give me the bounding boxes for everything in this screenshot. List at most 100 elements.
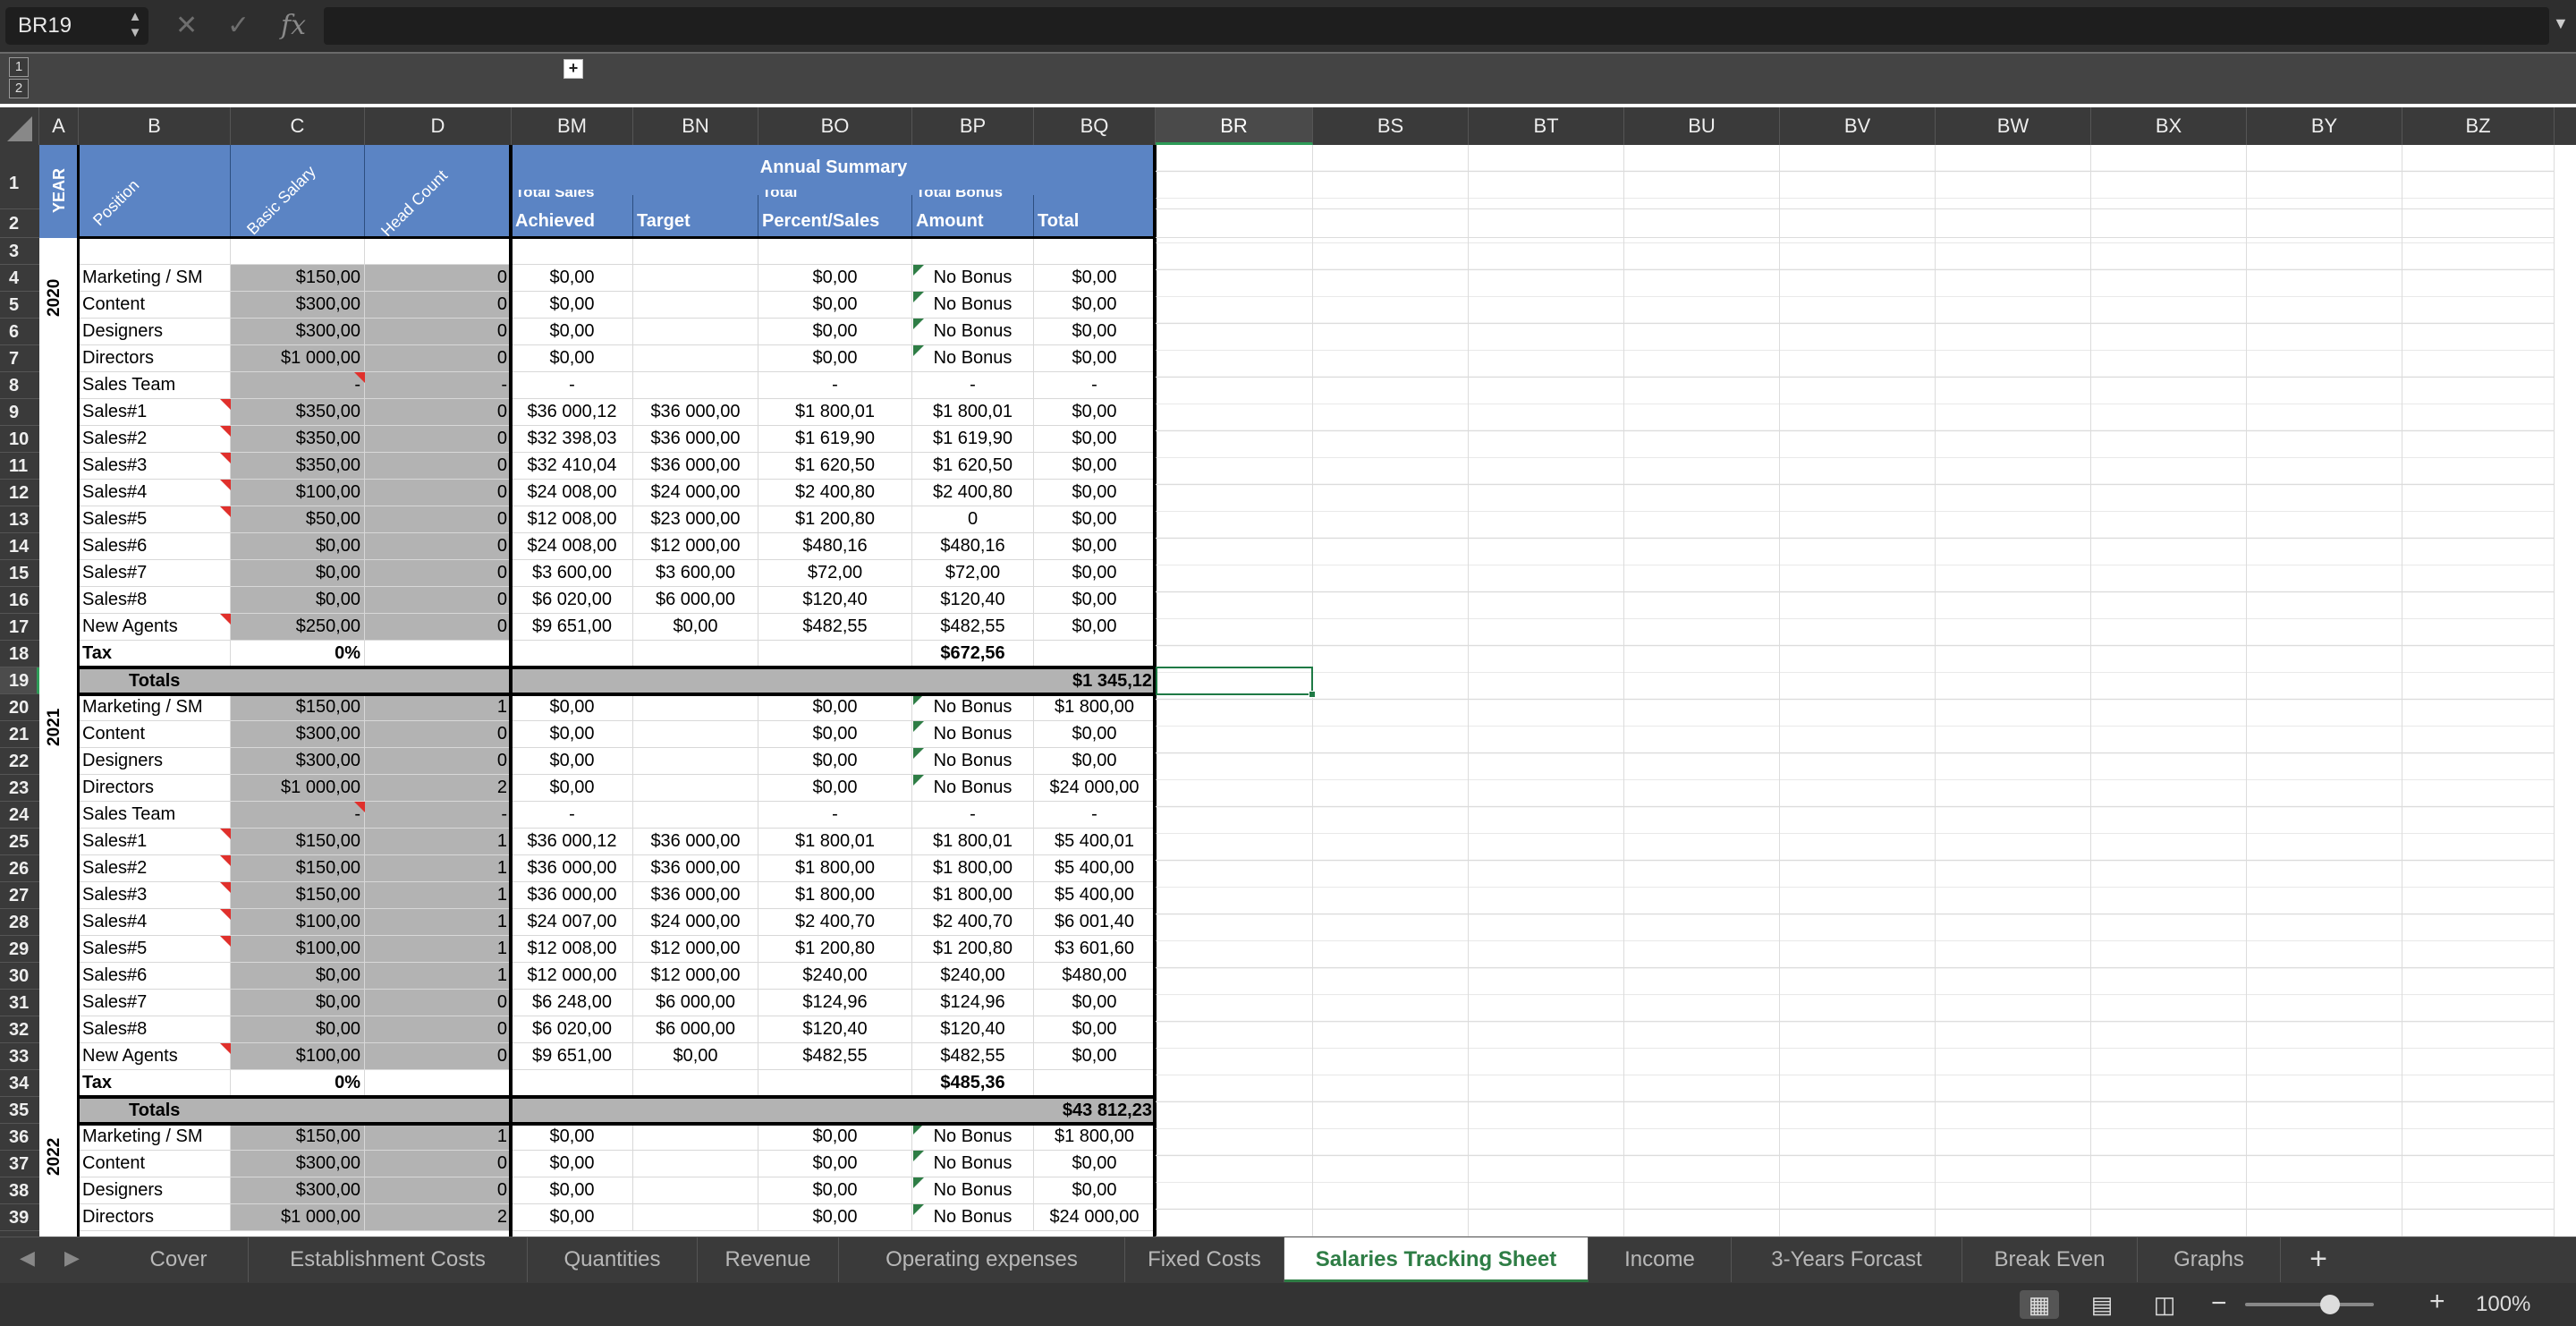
- percent-sales-cell[interactable]: $0,00: [758, 721, 912, 748]
- sales-achieved-cell[interactable]: $36 000,00: [512, 855, 633, 882]
- position-cell[interactable]: Sales#1: [79, 829, 231, 855]
- basic-salary-cell[interactable]: $300,00: [231, 748, 365, 775]
- bonus-amount-cell[interactable]: No Bonus: [912, 1204, 1034, 1231]
- sales-target-cell[interactable]: [633, 748, 758, 775]
- empty-cell[interactable]: [512, 641, 633, 667]
- sales-achieved-cell[interactable]: $24 007,00: [512, 909, 633, 936]
- total-cell[interactable]: $5 400,00: [1034, 855, 1156, 882]
- total-cell[interactable]: $0,00: [1034, 1151, 1156, 1177]
- total-cell[interactable]: $0,00: [1034, 1177, 1156, 1204]
- basic-salary-cell[interactable]: $100,00: [231, 480, 365, 506]
- head-count-cell[interactable]: 1: [365, 909, 512, 936]
- basic-salary-cell[interactable]: $50,00: [231, 506, 365, 533]
- head-count-cell[interactable]: 0: [365, 748, 512, 775]
- sales-target-cell[interactable]: [633, 1204, 758, 1231]
- empty-cell[interactable]: [1034, 641, 1156, 667]
- sales-achieved-cell[interactable]: $12 000,00: [512, 963, 633, 990]
- sheet-tab-salaries-tracking-sheet[interactable]: Salaries Tracking Sheet: [1284, 1237, 1589, 1282]
- sales-target-cell[interactable]: [633, 802, 758, 829]
- empty-cell[interactable]: [1034, 1070, 1156, 1097]
- bonus-amount-cell[interactable]: No Bonus: [912, 775, 1034, 802]
- percent-sales-cell[interactable]: $120,40: [758, 1016, 912, 1043]
- sales-target-cell[interactable]: $3 600,00: [633, 560, 758, 587]
- bonus-amount-cell[interactable]: No Bonus: [912, 1124, 1034, 1151]
- column-header-bx[interactable]: BX: [2091, 107, 2247, 145]
- percent-sales-cell[interactable]: $1 620,50: [758, 453, 912, 480]
- sales-achieved-cell[interactable]: $0,00: [512, 1151, 633, 1177]
- row-header-8[interactable]: 8: [0, 372, 39, 399]
- percent-sales-cell[interactable]: $0,00: [758, 345, 912, 372]
- sales-achieved-cell[interactable]: $6 020,00: [512, 587, 633, 614]
- sales-achieved-cell[interactable]: $32 398,03: [512, 426, 633, 453]
- total-cell[interactable]: $0,00: [1034, 560, 1156, 587]
- sales-achieved-cell[interactable]: $0,00: [512, 775, 633, 802]
- total-cell[interactable]: $0,00: [1034, 990, 1156, 1016]
- position-cell[interactable]: Sales#1: [79, 399, 231, 426]
- total-cell[interactable]: -: [1034, 372, 1156, 399]
- tax-percent-cell[interactable]: 0%: [231, 1070, 365, 1097]
- next-sheet-icon[interactable]: ▶: [64, 1246, 80, 1270]
- head-count-cell[interactable]: 0: [365, 506, 512, 533]
- percent-sales-cell[interactable]: $0,00: [758, 694, 912, 721]
- empty-cell[interactable]: [79, 238, 231, 265]
- sales-target-cell[interactable]: $6 000,00: [633, 1016, 758, 1043]
- percent-sales-cell[interactable]: -: [758, 802, 912, 829]
- basic-salary-cell[interactable]: $150,00: [231, 694, 365, 721]
- bonus-amount-cell[interactable]: No Bonus: [912, 265, 1034, 292]
- empty-cell[interactable]: [231, 238, 365, 265]
- percent-sales-cell[interactable]: $1 200,80: [758, 506, 912, 533]
- position-cell[interactable]: Content: [79, 1151, 231, 1177]
- head-count-cell[interactable]: 1: [365, 936, 512, 963]
- bonus-amount-cell[interactable]: $120,40: [912, 587, 1034, 614]
- bonus-amount-cell[interactable]: $1 800,00: [912, 882, 1034, 909]
- zoom-slider[interactable]: [2245, 1303, 2374, 1306]
- position-cell[interactable]: Marketing / SM: [79, 265, 231, 292]
- total-cell[interactable]: $0,00: [1034, 506, 1156, 533]
- sales-target-cell[interactable]: [633, 1177, 758, 1204]
- row-header-5[interactable]: 5: [0, 292, 39, 319]
- position-cell[interactable]: New Agents: [79, 1043, 231, 1070]
- row-header-10[interactable]: 10: [0, 426, 39, 453]
- totals-value[interactable]: $43 812,23: [1034, 1097, 1152, 1124]
- basic-salary-cell[interactable]: $150,00: [231, 265, 365, 292]
- sales-target-cell[interactable]: $36 000,00: [633, 453, 758, 480]
- head-count-cell[interactable]: 0: [365, 453, 512, 480]
- sales-achieved-cell[interactable]: $36 000,12: [512, 829, 633, 855]
- percent-sales-cell[interactable]: $0,00: [758, 265, 912, 292]
- head-count-cell[interactable]: 0: [365, 721, 512, 748]
- row-header-13[interactable]: 13: [0, 506, 39, 533]
- row-header-29[interactable]: 29: [0, 936, 39, 963]
- expand-formula-icon[interactable]: ▼: [2553, 14, 2569, 33]
- totals-label[interactable]: Totals: [129, 667, 180, 694]
- row-header-22[interactable]: 22: [0, 748, 39, 775]
- row-header-11[interactable]: 11: [0, 453, 39, 480]
- sales-target-cell[interactable]: $12 000,00: [633, 936, 758, 963]
- basic-salary-cell[interactable]: $1 000,00: [231, 345, 365, 372]
- basic-salary-cell[interactable]: $150,00: [231, 1124, 365, 1151]
- head-count-cell[interactable]: -: [365, 372, 512, 399]
- sales-achieved-cell[interactable]: $0,00: [512, 748, 633, 775]
- percent-sales-cell[interactable]: $0,00: [758, 775, 912, 802]
- bonus-amount-cell[interactable]: No Bonus: [912, 694, 1034, 721]
- tax-label-cell[interactable]: Tax: [79, 641, 231, 667]
- row-header-4[interactable]: 4: [0, 265, 39, 292]
- sales-achieved-cell[interactable]: $24 008,00: [512, 480, 633, 506]
- position-cell[interactable]: Sales#6: [79, 533, 231, 560]
- column-header-bs[interactable]: BS: [1313, 107, 1469, 145]
- sales-target-cell[interactable]: [633, 721, 758, 748]
- sales-achieved-cell[interactable]: $0,00: [512, 319, 633, 345]
- percent-sales-cell[interactable]: $482,55: [758, 614, 912, 641]
- percent-sales-cell[interactable]: $240,00: [758, 963, 912, 990]
- total-cell[interactable]: $0,00: [1034, 292, 1156, 319]
- basic-salary-cell[interactable]: $0,00: [231, 533, 365, 560]
- position-cell[interactable]: Sales Team: [79, 802, 231, 829]
- row-header-19[interactable]: 19: [0, 667, 39, 694]
- row-header-33[interactable]: 33: [0, 1043, 39, 1070]
- sales-target-cell[interactable]: $36 000,00: [633, 855, 758, 882]
- sales-target-cell[interactable]: $0,00: [633, 1043, 758, 1070]
- column-header-a[interactable]: A: [39, 107, 79, 145]
- position-cell[interactable]: Sales#7: [79, 990, 231, 1016]
- function-icon[interactable]: fx: [281, 9, 306, 43]
- total-cell[interactable]: $0,00: [1034, 265, 1156, 292]
- sales-target-cell[interactable]: $36 000,00: [633, 882, 758, 909]
